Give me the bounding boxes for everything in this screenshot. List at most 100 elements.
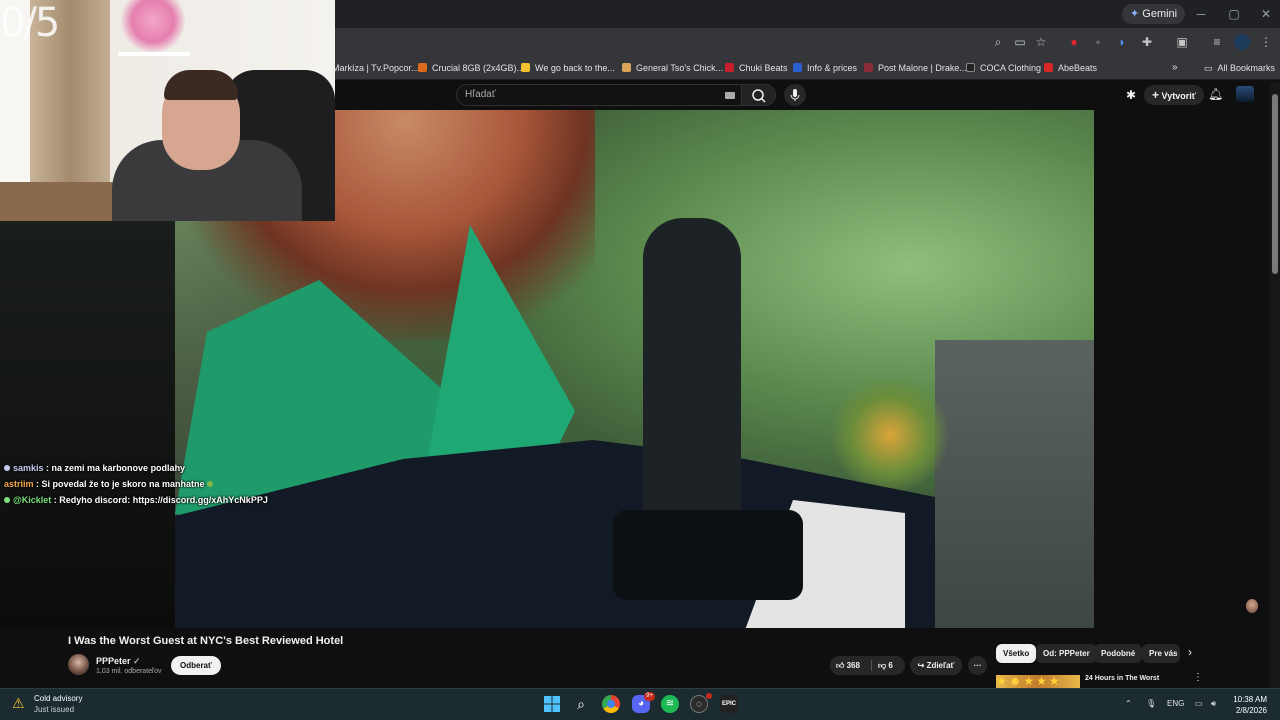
bookmark-label: Post Malone | Drake... xyxy=(878,63,967,73)
bookmark-item[interactable]: Markíza | Tv.Popcor... xyxy=(332,60,419,76)
page-scrollbar[interactable] xyxy=(1270,82,1280,688)
dislike-button[interactable]: 👎︎ 6 xyxy=(878,656,893,675)
recommendation-title[interactable]: 24 Hours in The Worst xyxy=(1085,675,1159,682)
bookmark-favicon xyxy=(725,63,734,72)
taskbar: ⚠ Cold advisory Just issued ⌕ ◕ 9+ ≋ ◌ EP… xyxy=(0,688,1280,720)
puzzle-icon[interactable]: ✚ xyxy=(1139,34,1155,50)
sidepanel-icon[interactable]: ▣ xyxy=(1174,34,1190,50)
bookmark-item[interactable]: AbeBeats xyxy=(1044,60,1097,76)
gemini-label: Gemini xyxy=(1142,8,1178,20)
sparkle-icon[interactable]: ✱ xyxy=(1126,88,1136,102)
search-button[interactable] xyxy=(742,84,776,106)
bookmark-item[interactable]: Info & prices xyxy=(793,60,857,76)
network-icon[interactable]: ▭ xyxy=(1195,699,1203,708)
account-avatar[interactable] xyxy=(1236,86,1254,102)
bookmark-label: Chuki Beats xyxy=(739,63,788,73)
emote-icon xyxy=(207,481,214,487)
bookmark-label: General Tso's Chick... xyxy=(636,63,724,73)
system-clock[interactable]: 10:38 AM 2/8/2026 xyxy=(1233,694,1267,716)
channel-avatar[interactable] xyxy=(68,654,89,675)
user-badge-icon xyxy=(4,465,10,471)
channel-name[interactable]: PPPeter ✓ xyxy=(96,656,141,667)
share-icon: ↪ xyxy=(917,661,925,670)
menu-icon[interactable]: ⋮ xyxy=(1258,34,1274,50)
spotify-icon[interactable]: ≋ xyxy=(661,695,679,713)
video-frame-camera xyxy=(643,218,741,548)
chip-from-channel[interactable]: Od: PPPeter xyxy=(1036,644,1097,663)
bookmark-item[interactable]: Post Malone | Drake... xyxy=(864,60,967,76)
bookmark-item[interactable]: We go back to the... xyxy=(521,60,615,76)
profile-avatar[interactable] xyxy=(1234,34,1250,50)
webcam-shelf xyxy=(118,52,190,56)
subscribe-button[interactable]: Odberať xyxy=(171,656,221,675)
chat-text: : Redyho discord: https://discord.gg/xAh… xyxy=(51,495,268,505)
chrome-icon[interactable] xyxy=(602,695,620,713)
restore-icon[interactable]: ▢ xyxy=(1224,5,1244,23)
like-button[interactable]: 👍︎ 368 xyxy=(836,656,860,675)
voice-search-button[interactable] xyxy=(784,84,806,106)
all-bookmarks[interactable]: ▭ All Bookmarks xyxy=(1204,60,1275,76)
video-frame-plant xyxy=(830,375,950,495)
bookmark-item[interactable]: Crucial 8GB (2x4GB)... xyxy=(418,60,524,76)
search-icon xyxy=(752,89,766,103)
chat-username: astriim xyxy=(4,479,34,489)
volume-icon[interactable]: 🔊︎ xyxy=(1211,699,1216,709)
mic-tray-icon[interactable]: 🎙︎ xyxy=(1146,699,1156,708)
bookmark-label: Markíza | Tv.Popcor... xyxy=(332,63,419,73)
minimize-icon[interactable]: ─ xyxy=(1191,5,1211,23)
bell-icon[interactable]: 🔔︎ xyxy=(1208,87,1223,101)
search-placeholder: Hľadať xyxy=(465,89,496,100)
windows-icon xyxy=(544,696,560,712)
extension-blue-icon[interactable]: ◗ xyxy=(1114,34,1130,50)
close-icon[interactable]: ✕ xyxy=(1256,5,1276,23)
language-indicator[interactable]: ENG xyxy=(1167,699,1184,708)
bookmark-item[interactable]: Chuki Beats xyxy=(725,60,788,76)
weather-title[interactable]: Cold advisory xyxy=(34,694,82,703)
recommendation-thumbnail[interactable]: ★☻★★★ xyxy=(996,675,1080,688)
recommendation-menu-icon[interactable]: ⋮ xyxy=(1193,672,1203,683)
search-input[interactable]: Hľadať xyxy=(456,84,742,106)
chip-all[interactable]: Všetko xyxy=(996,644,1037,663)
weather-alert-icon[interactable]: ⚠ xyxy=(12,694,28,712)
user-badge-icon xyxy=(4,497,10,503)
chat-overlay: samkis : na zemi ma karbonove podlahy as… xyxy=(0,221,268,628)
bookmark-item[interactable]: COCA Clothing xyxy=(966,60,1041,76)
chat-text: : na zemi ma karbonove podlahy xyxy=(43,463,186,473)
video-title: I Was the Worst Guest at NYC's Best Revi… xyxy=(68,635,344,647)
more-actions-button[interactable]: ··· xyxy=(968,656,987,675)
scrollbar-thumb[interactable] xyxy=(1272,94,1278,274)
video-details: I Was the Worst Guest at NYC's Best Revi… xyxy=(0,628,1280,688)
clock-time: 10:38 AM xyxy=(1233,695,1267,704)
extension-icon[interactable]: ◦ xyxy=(1090,34,1106,50)
thumbs-down-icon: 👎︎ xyxy=(878,661,887,670)
bookmark-label: COCA Clothing xyxy=(980,63,1042,73)
bookmark-favicon xyxy=(966,63,975,72)
zoom-icon[interactable]: ⌕ xyxy=(990,34,1006,50)
all-bookmarks-label: All Bookmarks xyxy=(1217,63,1276,73)
gemini-button[interactable]: ✦ Gemini xyxy=(1122,4,1186,24)
extension-red-icon[interactable]: ● xyxy=(1066,34,1082,50)
epic-games-icon[interactable]: EPIC xyxy=(720,695,738,713)
chip-for-you[interactable]: Pre vás xyxy=(1142,644,1180,663)
bookmark-favicon xyxy=(793,63,802,72)
bookmark-item[interactable]: General Tso's Chick... xyxy=(622,60,723,76)
chip-related[interactable]: Podobné xyxy=(1094,644,1143,663)
divider xyxy=(871,660,872,671)
discord-icon[interactable]: ◕ 9+ xyxy=(632,692,655,713)
search-icon[interactable]: ⌕ xyxy=(572,695,590,713)
chat-message: samkis : na zemi ma karbonove podlahy xyxy=(4,462,185,474)
chips-next-icon[interactable]: › xyxy=(1188,645,1192,659)
keyboard-icon[interactable] xyxy=(725,92,735,99)
tray-overflow-icon[interactable]: ⌃ xyxy=(1125,699,1132,708)
bookmarks-overflow-icon[interactable]: » xyxy=(1172,60,1178,76)
thumbs-up-icon: 👍︎ xyxy=(836,661,845,670)
dislike-count: 6 xyxy=(888,661,893,670)
share-button[interactable]: ↪ Zdieľať xyxy=(910,656,962,675)
star-icon[interactable]: ☆ xyxy=(1033,34,1049,50)
cast-icon[interactable]: ▭ xyxy=(1012,34,1028,50)
obs-icon[interactable]: ◌ xyxy=(690,693,712,713)
playlist-icon[interactable]: ≡ xyxy=(1209,34,1225,50)
verified-icon: ✓ xyxy=(133,656,141,666)
create-button[interactable]: + Vytvoriť xyxy=(1144,85,1205,105)
start-button[interactable] xyxy=(543,695,561,713)
